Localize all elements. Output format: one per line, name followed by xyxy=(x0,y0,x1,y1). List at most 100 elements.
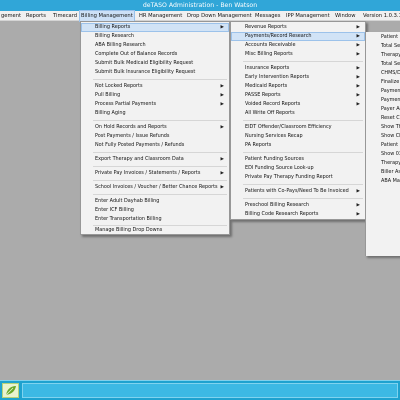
menu-item-all-write-off-reports[interactable]: All Write Off Reports xyxy=(231,109,365,118)
menu-separator xyxy=(243,120,363,121)
menu-item-early-intervention-reports[interactable]: Early Intervention Reports ▶ xyxy=(231,73,365,82)
menu-item-payment-2[interactable]: Paymen xyxy=(366,96,400,105)
menu-item-private-pay-invoices[interactable]: Private Pay Invoices / Statements / Repo… xyxy=(81,169,229,178)
menu-item-revenue-reports[interactable]: Revenue Reports ▶ xyxy=(231,23,365,32)
billing-reports-submenu: Revenue Reports ▶ Payments/Record Researc… xyxy=(230,21,366,220)
menu-item-billing-research[interactable]: Billing Research xyxy=(81,32,229,41)
menu-messages[interactable]: Messages xyxy=(254,11,281,21)
menu-item-eidt-offender-classroom[interactable]: EIDT Offender/Classroom Efficiency xyxy=(231,123,365,132)
menu-item-patient-funding-sources[interactable]: Patient Funding Sources xyxy=(231,155,365,164)
menu-item-pull-billing[interactable]: Pull Billing ▶ xyxy=(81,91,229,100)
menu-item-total-services-2[interactable]: Total Se xyxy=(366,60,400,69)
payments-record-research-submenu: Patient Bi Total Se Therapy Total Se CHM… xyxy=(365,32,400,256)
chevron-right-icon: ▶ xyxy=(356,212,360,217)
chevron-right-icon: ▶ xyxy=(220,125,224,130)
chevron-right-icon: ▶ xyxy=(220,84,224,89)
menu-reports[interactable]: Reports xyxy=(25,11,47,21)
menu-item-patient-billing[interactable]: Patient Bi xyxy=(366,33,400,42)
menu-item-export-therapy-classroom[interactable]: Export Therapy and Classroom Data ▶ xyxy=(81,155,229,164)
menu-item-show-th[interactable]: Show Th xyxy=(366,123,400,132)
menu-item-finalize[interactable]: Finalize xyxy=(366,78,400,87)
menu-window[interactable]: Window xyxy=(334,11,356,21)
chevron-right-icon: ▶ xyxy=(356,203,360,208)
chevron-right-icon: ▶ xyxy=(220,102,224,107)
menu-item-billing-code-research[interactable]: Billing Code Research Reports ▶ xyxy=(231,210,365,219)
menu-item-transportation-billing[interactable]: Enter Transportation Billing xyxy=(81,215,229,224)
chevron-right-icon: ▶ xyxy=(356,75,360,80)
billing-management-menu: Billing Reports ▶ Billing Research ABA Bi… xyxy=(80,21,230,235)
menu-timecard[interactable]: Timecard xyxy=(52,11,78,21)
menu-separator xyxy=(93,152,227,153)
menu-billing-management[interactable]: Billing Management xyxy=(79,10,135,22)
chevron-right-icon: ▶ xyxy=(220,157,224,162)
menu-item-medicaid-reports[interactable]: Medicaid Reports ▶ xyxy=(231,82,365,91)
menu-item-pa-reports[interactable]: PA Reports xyxy=(231,141,365,150)
menu-separator xyxy=(243,61,363,62)
chevron-right-icon: ▶ xyxy=(356,84,360,89)
menu-item-reset-cl[interactable]: Reset Cl xyxy=(366,114,400,123)
menu-separator xyxy=(93,194,227,195)
taskbar-window-strip[interactable] xyxy=(22,383,398,398)
taskbar-app-button[interactable] xyxy=(2,383,19,398)
menu-bar: gement Reports Timecard Billing Manageme… xyxy=(0,10,400,22)
menu-item-payment[interactable]: Paymen xyxy=(366,87,400,96)
chevron-right-icon: ▶ xyxy=(356,66,360,71)
menu-item-not-locked-reports[interactable]: Not Locked Reports ▶ xyxy=(81,82,229,91)
menu-item-post-payments[interactable]: Post Payments / Issue Refunds xyxy=(81,132,229,141)
title-bar: deTASO Administration - Ben Watson xyxy=(0,0,400,11)
chevron-right-icon: ▶ xyxy=(220,171,224,176)
menu-item-patient-r[interactable]: Patient R xyxy=(366,141,400,150)
chevron-right-icon: ▶ xyxy=(356,189,360,194)
menu-separator xyxy=(243,152,363,153)
menu-item-complete-out-of-balance[interactable]: Complete Out of Balance Records xyxy=(81,50,229,59)
chevron-right-icon: ▶ xyxy=(220,93,224,98)
menu-item-voided-record-reports[interactable]: Voided Record Reports ▶ xyxy=(231,100,365,109)
menu-item-biller-as[interactable]: Biller As xyxy=(366,168,400,177)
menu-item-therapy-2[interactable]: Therapy xyxy=(366,159,400,168)
menu-item-not-fully-posted[interactable]: Not Fully Posted Payments / Refunds xyxy=(81,141,229,150)
menu-item-adult-dayhab-billing[interactable]: Enter Adult Dayhab Billing xyxy=(81,197,229,206)
menu-item-bulk-insurance-eligibility[interactable]: Submit Bulk Insurance Eligibility Reques… xyxy=(81,68,229,77)
chevron-right-icon: ▶ xyxy=(356,52,360,57)
menu-separator xyxy=(243,184,363,185)
menu-item-private-pay-therapy-funding[interactable]: Private Pay Therapy Funding Report xyxy=(231,173,365,182)
menu-item-process-partial-payments[interactable]: Process Partial Payments ▶ xyxy=(81,100,229,109)
menu-item-insurance-reports[interactable]: Insurance Reports ▶ xyxy=(231,64,365,73)
menu-item-patients-with-copays[interactable]: Patients with Co-Pays/Need To Be Invoice… xyxy=(231,187,365,196)
menu-ipp-management[interactable]: IPP Management xyxy=(285,11,331,21)
menu-item-icf-billing[interactable]: Enter ICF Billing xyxy=(81,206,229,215)
menu-hr-management[interactable]: HR Management xyxy=(138,11,183,21)
menu-separator xyxy=(93,166,227,167)
menu-item-preschool-billing-research[interactable]: Preschool Billing Research ▶ xyxy=(231,201,365,210)
menu-item-on-hold-records[interactable]: On Hold Records and Reports ▶ xyxy=(81,123,229,132)
window-title: deTASO Administration - Ben Watson xyxy=(142,2,258,9)
chevron-right-icon: ▶ xyxy=(356,93,360,98)
taskbar xyxy=(0,380,400,400)
menu-item-show-03[interactable]: Show 03 xyxy=(366,150,400,159)
menu-item-accounts-receivable[interactable]: Accounts Receivable ▶ xyxy=(231,41,365,50)
menu-item-nursing-services-recap[interactable]: Nursing Services Recap xyxy=(231,132,365,141)
menu-item-total-services[interactable]: Total Se xyxy=(366,42,400,51)
chevron-right-icon: ▶ xyxy=(220,25,224,30)
menu-item-billing-aging[interactable]: Billing Aging xyxy=(81,109,229,118)
menu-item-aba-ma[interactable]: ABA Ma xyxy=(366,177,400,186)
menu-item-passe-reports[interactable]: PASSE Reports ▶ xyxy=(231,91,365,100)
menu-item-edi-funding-source-lookup[interactable]: EDI Funding Source Look-up xyxy=(231,164,365,173)
menu-item-show-cl[interactable]: Show Cl xyxy=(366,132,400,141)
leaf-icon xyxy=(5,386,16,396)
menu-item-payments-record-research[interactable]: Payments/Record Research ▶ xyxy=(231,32,365,41)
menu-item-manage-billing-drop-downs[interactable]: Manage Billing Drop Downs xyxy=(81,226,229,235)
menu-management[interactable]: gement xyxy=(0,11,22,21)
menu-separator xyxy=(243,198,363,199)
menu-item-bulk-medicaid-eligibility[interactable]: Submit Bulk Medicaid Eligibility Request xyxy=(81,59,229,68)
menu-item-chms-d[interactable]: CHMS/D xyxy=(366,69,400,78)
menu-item-payer-ac[interactable]: Payer Ac xyxy=(366,105,400,114)
chevron-right-icon: ▶ xyxy=(356,34,360,39)
menu-item-school-invoices[interactable]: School Invoices / Voucher / Better Chanc… xyxy=(81,183,229,192)
menu-item-misc-billing-reports[interactable]: Misc Billing Reports ▶ xyxy=(231,50,365,59)
menu-item-therapy[interactable]: Therapy xyxy=(366,51,400,60)
menu-item-billing-reports[interactable]: Billing Reports ▶ xyxy=(81,23,229,32)
menu-separator xyxy=(93,120,227,121)
menu-item-aba-billing-research[interactable]: ABA Billing Research xyxy=(81,41,229,50)
menu-drop-down-management[interactable]: Drop Down Management xyxy=(186,11,253,21)
